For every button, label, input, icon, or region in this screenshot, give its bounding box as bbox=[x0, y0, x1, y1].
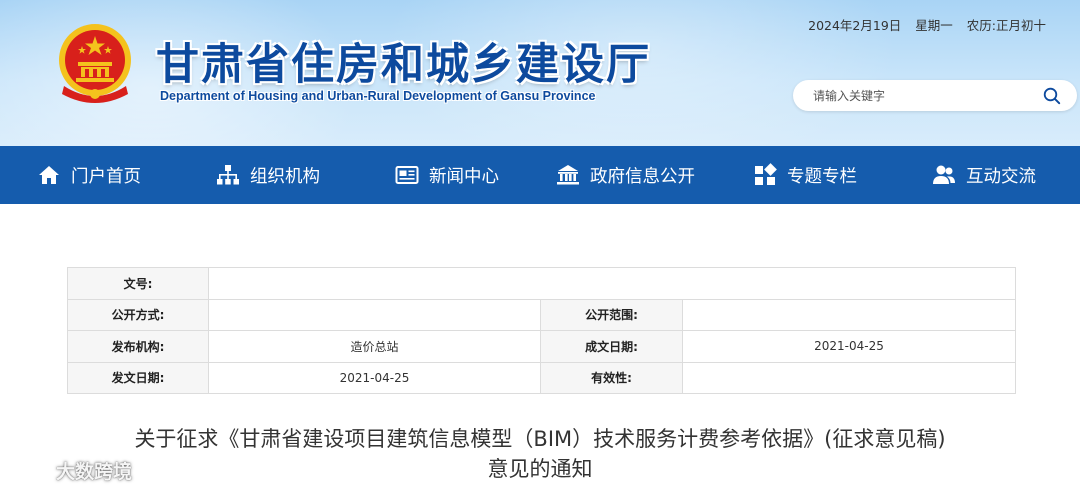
table-row: 公开方式: 公开范围: bbox=[67, 298, 1017, 331]
written-date-label: 成文日期: bbox=[540, 330, 683, 363]
article-title-line-1: 关于征求《甘肃省建设项目建筑信息模型（BIM）技术服务计费参考依据》(征求意见稿… bbox=[134, 427, 946, 451]
government-building-icon bbox=[557, 165, 579, 185]
nav-label: 新闻中心 bbox=[429, 166, 499, 187]
nav-item-news[interactable]: 新闻中心 bbox=[395, 146, 499, 204]
grid-icon bbox=[755, 163, 777, 185]
doc-number-value bbox=[207, 267, 1017, 300]
site-subtitle: Department of Housing and Urban-Rural De… bbox=[160, 89, 596, 103]
search-box bbox=[793, 80, 1077, 111]
nav-item-gov-info[interactable]: 政府信息公开 bbox=[556, 146, 695, 204]
nav-item-home[interactable]: 门户首页 bbox=[37, 146, 141, 204]
current-weekday: 星期一 bbox=[915, 18, 953, 33]
site-header: 甘肃省住房和城乡建设厅 Department of Housing and Ur… bbox=[0, 0, 1080, 146]
search-icon[interactable] bbox=[1043, 87, 1061, 105]
public-scope-value bbox=[681, 298, 1017, 331]
watermark-brand-text: 大数跨境 bbox=[56, 460, 133, 483]
search-input[interactable] bbox=[813, 86, 1033, 105]
issue-date-label: 发文日期: bbox=[67, 361, 209, 394]
publisher-label: 发布机构: bbox=[67, 330, 209, 363]
article-title: 关于征求《甘肃省建设项目建筑信息模型（BIM）技术服务计费参考依据》(征求意见稿… bbox=[60, 424, 1020, 484]
document-meta-table: 文号: 公开方式: 公开范围: 发布机构: 造价总站 成文日期: 2021-04… bbox=[67, 267, 1017, 394]
nav-label: 门户首页 bbox=[71, 166, 141, 187]
brand-watermark: 大数跨境 bbox=[8, 456, 132, 484]
weibo-logo-icon bbox=[8, 461, 52, 481]
public-method-label: 公开方式: bbox=[67, 298, 209, 331]
nav-item-organization[interactable]: 组织机构 bbox=[216, 146, 320, 204]
nav-label: 专题专栏 bbox=[787, 166, 857, 187]
public-scope-label: 公开范围: bbox=[540, 298, 683, 331]
article-title-line-2: 意见的通知 bbox=[487, 457, 593, 481]
nav-label: 政府信息公开 bbox=[590, 166, 695, 187]
table-row: 发文日期: 2021-04-25 有效性: bbox=[67, 361, 1017, 394]
nav-item-special-topics[interactable]: 专题专栏 bbox=[753, 146, 857, 204]
home-icon bbox=[39, 166, 59, 184]
validity-label: 有效性: bbox=[540, 361, 683, 394]
doc-number-label: 文号: bbox=[67, 267, 209, 300]
newspaper-icon bbox=[395, 166, 419, 184]
nav-label: 互动交流 bbox=[966, 166, 1036, 187]
validity-value bbox=[681, 361, 1017, 394]
publisher-value: 造价总站 bbox=[208, 330, 541, 363]
nav-label: 组织机构 bbox=[250, 166, 320, 187]
org-chart-icon bbox=[217, 165, 239, 185]
main-nav: 门户首页 组织机构 新闻中心 政府信息公开 专题专栏 互动交流 bbox=[0, 146, 1080, 204]
issue-date-value: 2021-04-25 bbox=[208, 361, 541, 394]
national-emblem-logo[interactable] bbox=[54, 20, 136, 108]
nav-item-interaction[interactable]: 互动交流 bbox=[932, 146, 1036, 204]
public-method-value bbox=[208, 298, 541, 331]
site-title: 甘肃省住房和城乡建设厅 bbox=[156, 40, 651, 90]
written-date-value: 2021-04-25 bbox=[681, 330, 1017, 363]
current-date: 2024年2月19日 bbox=[808, 18, 902, 33]
date-info: 2024年2月19日 星期一 农历:正月初十 bbox=[808, 15, 1046, 34]
table-row: 发布机构: 造价总站 成文日期: 2021-04-25 bbox=[67, 330, 1017, 363]
lunar-date: 农历:正月初十 bbox=[966, 18, 1046, 33]
table-row: 文号: bbox=[67, 267, 1017, 300]
users-icon bbox=[933, 165, 955, 184]
